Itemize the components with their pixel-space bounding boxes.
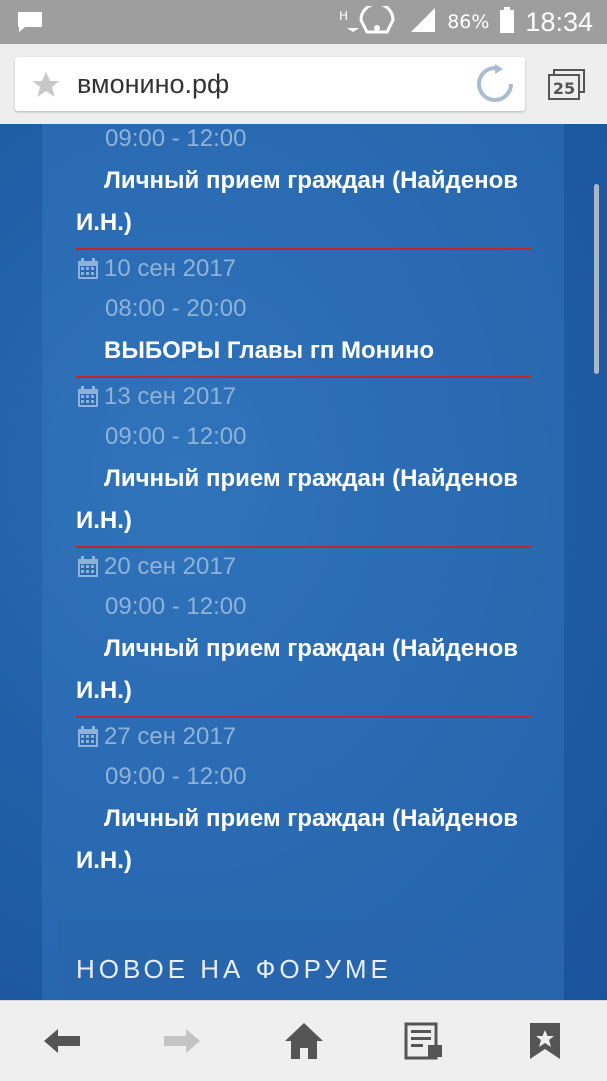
back-button[interactable] xyxy=(42,1021,82,1061)
bookmark-star-icon[interactable] xyxy=(29,69,63,105)
battery-percent: 86% xyxy=(447,11,490,33)
event-time: 09:00 - 12:00 xyxy=(105,763,247,790)
event-item: 09:00 - 12:00 Личный прием граждан (Найд… xyxy=(76,124,532,250)
event-title[interactable]: Личный прием граждан (Найденов И.Н.) xyxy=(76,798,532,886)
event-date: 27 сен 2017 xyxy=(104,723,237,750)
arrow-left-icon xyxy=(44,1029,80,1053)
browser-toolbar: вмонино.рф 25 xyxy=(0,44,607,124)
event-title[interactable]: Личный прием граждан (Найденов И.Н.) xyxy=(76,458,532,546)
event-item: 13 сен 2017 09:00 - 12:00 Личный прием г… xyxy=(76,378,532,548)
arrow-right-icon xyxy=(164,1029,200,1053)
reader-icon xyxy=(404,1022,442,1060)
event-title[interactable]: Личный прием граждан (Найденов И.Н.) xyxy=(76,160,532,248)
event-time: 09:00 - 12:00 xyxy=(105,125,247,152)
url-text[interactable]: вмонино.рф xyxy=(77,69,229,100)
event-item: 10 сен 2017 08:00 - 20:00 ВЫБОРЫ Главы г… xyxy=(76,250,532,378)
tabs-count: 25 xyxy=(553,79,575,98)
message-notification-icon xyxy=(16,10,44,38)
wifi-icon: H xyxy=(339,2,399,38)
event-title[interactable]: ВЫБОРЫ Главы гп Монино xyxy=(76,330,532,376)
forum-heading: НОВОЕ НА ФОРУМЕ xyxy=(76,954,392,984)
reload-icon[interactable] xyxy=(475,64,515,108)
clock: 18:34 xyxy=(525,6,593,37)
calendar-icon xyxy=(78,386,98,407)
browser-bottom-bar xyxy=(0,1000,607,1081)
calendar-icon xyxy=(78,556,98,577)
event-date: 10 сен 2017 xyxy=(104,255,237,282)
page-scrollbar[interactable] xyxy=(594,184,599,374)
svg-text:H: H xyxy=(339,9,348,23)
calendar-icon xyxy=(78,258,98,279)
event-time: 08:00 - 20:00 xyxy=(105,295,247,322)
home-icon xyxy=(285,1023,323,1059)
events-list: 09:00 - 12:00 Личный прием граждан (Найд… xyxy=(76,124,532,886)
home-button[interactable] xyxy=(283,1021,323,1061)
event-date: 13 сен 2017 xyxy=(104,383,237,410)
event-time: 09:00 - 12:00 xyxy=(105,423,247,450)
bookmarks-button[interactable] xyxy=(527,1021,567,1061)
reader-button[interactable] xyxy=(404,1021,444,1061)
address-bar[interactable]: вмонино.рф xyxy=(15,57,525,111)
event-item: 20 сен 2017 09:00 - 12:00 Личный прием г… xyxy=(76,548,532,718)
signal-icon xyxy=(409,6,437,38)
event-time: 09:00 - 12:00 xyxy=(105,593,247,620)
event-item: 27 сен 2017 09:00 - 12:00 Личный прием г… xyxy=(76,718,532,886)
page-content: 09:00 - 12:00 Личный прием граждан (Найд… xyxy=(0,124,607,1000)
calendar-icon xyxy=(78,726,98,747)
bookmark-icon xyxy=(530,1023,560,1059)
forward-button[interactable] xyxy=(162,1021,202,1061)
event-title[interactable]: Личный прием граждан (Найденов И.Н.) xyxy=(76,628,532,716)
tabs-icon[interactable]: 25 xyxy=(548,69,586,105)
event-date: 20 сен 2017 xyxy=(104,553,237,580)
battery-icon xyxy=(499,6,515,38)
status-bar: H 86% 18:34 xyxy=(0,0,607,44)
